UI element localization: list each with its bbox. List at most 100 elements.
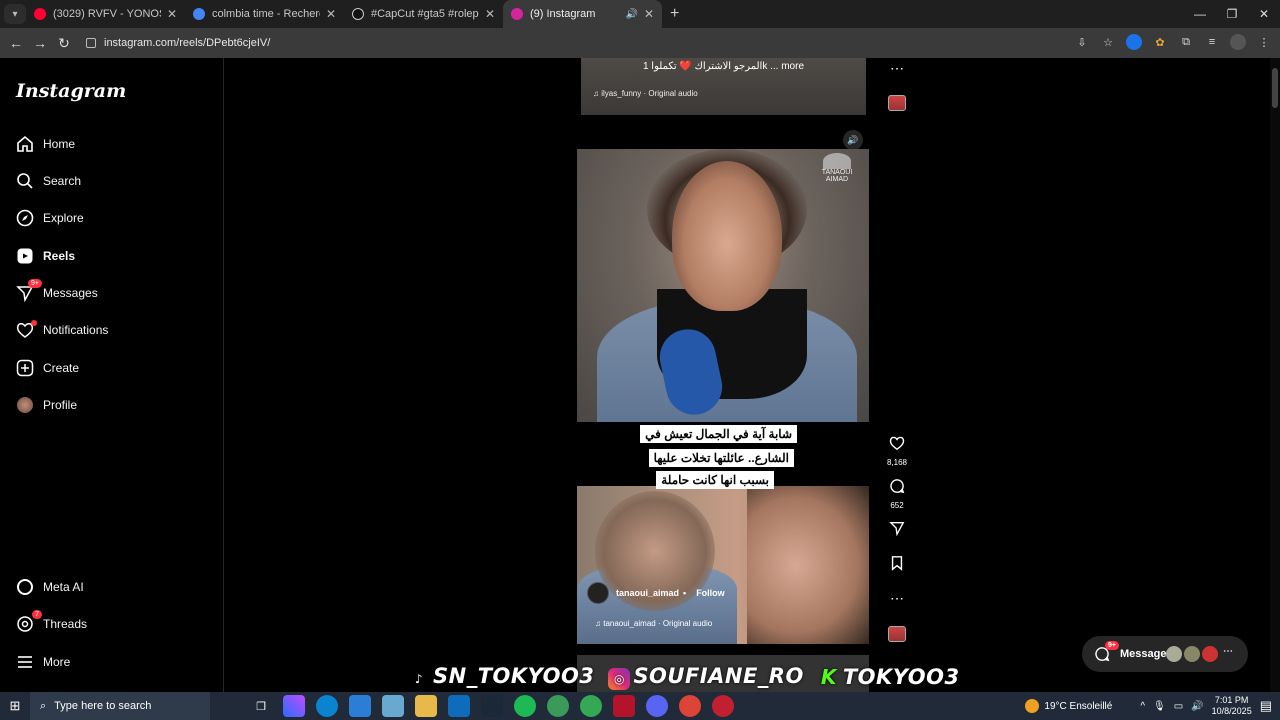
follow-button[interactable]: Follow bbox=[696, 588, 725, 598]
messages-pill[interactable]: 9+ Messages ⋯ bbox=[1082, 636, 1248, 672]
steam-icon[interactable] bbox=[481, 695, 503, 717]
extension-icon[interactable] bbox=[1126, 34, 1142, 50]
more-options-icon[interactable]: ⋯ bbox=[885, 590, 909, 607]
nav-explore[interactable]: Explore bbox=[16, 205, 206, 231]
avatar bbox=[1166, 646, 1182, 662]
chrome-icon[interactable] bbox=[679, 695, 701, 717]
reload-icon[interactable]: ↻ bbox=[52, 35, 76, 52]
nav-meta-ai[interactable]: Meta AI bbox=[16, 574, 206, 600]
instagram-sidebar: Instagram Home Search Explore Reels 9+ M… bbox=[0, 58, 224, 692]
app-icon[interactable] bbox=[547, 695, 569, 717]
owner-avatar[interactable] bbox=[587, 582, 609, 604]
nav-create[interactable]: Create bbox=[16, 355, 206, 381]
outlook-icon[interactable] bbox=[448, 695, 470, 717]
close-tab-icon[interactable]: ✕ bbox=[644, 7, 654, 21]
extensions-puzzle-icon[interactable]: ⧉ bbox=[1178, 34, 1194, 50]
speaker-icon[interactable]: 🔊 bbox=[843, 130, 863, 150]
app-icon[interactable] bbox=[712, 695, 734, 717]
nav-threads[interactable]: 7 Threads bbox=[16, 610, 206, 637]
app-icon[interactable] bbox=[382, 695, 404, 717]
nav-notifications[interactable]: Notifications bbox=[16, 317, 206, 343]
page-scrollbar[interactable] bbox=[1270, 58, 1280, 692]
store-icon[interactable] bbox=[349, 695, 371, 717]
network-icon[interactable]: ▭ bbox=[1174, 701, 1183, 712]
face-shape bbox=[672, 161, 782, 311]
kebab-menu-icon[interactable]: ⋮ bbox=[1256, 34, 1272, 50]
avatar-icon bbox=[16, 396, 34, 414]
taskbar-search[interactable]: ⌕ Type here to search bbox=[30, 692, 210, 720]
app-icon[interactable] bbox=[613, 695, 635, 717]
site-info-icon[interactable] bbox=[86, 38, 96, 48]
restore-icon[interactable]: ❐ bbox=[1216, 0, 1248, 28]
tab-groups-icon[interactable]: ≡ bbox=[1204, 34, 1220, 50]
nav-home[interactable]: Home bbox=[16, 131, 206, 157]
tab-search-button[interactable]: ▾ bbox=[4, 4, 26, 24]
previous-reel[interactable]: المرجو الاشتراك ❤️ تكملوا 1k ... more ♫ … bbox=[581, 58, 866, 115]
edge-icon[interactable] bbox=[316, 695, 338, 717]
save-button[interactable] bbox=[885, 555, 909, 576]
new-tab-button[interactable]: + bbox=[670, 5, 679, 23]
share-button[interactable] bbox=[885, 520, 909, 541]
nav-more[interactable]: More bbox=[16, 649, 206, 675]
browser-tab-2[interactable]: colmbia time - Recherche Goog ✕ bbox=[185, 0, 344, 28]
more-options-icon[interactable]: ⋯ bbox=[885, 60, 909, 77]
bookmark-star-icon[interactable]: ☆ bbox=[1100, 34, 1116, 50]
plus-square-icon bbox=[16, 359, 34, 377]
nav-messages[interactable]: 9+ Messages bbox=[16, 279, 206, 306]
browser-tab-4[interactable]: (9) Instagram 🔊 ✕ bbox=[503, 0, 662, 28]
minimize-icon[interactable]: — bbox=[1184, 0, 1216, 28]
back-icon[interactable]: ← bbox=[4, 35, 28, 51]
nav-profile[interactable]: Profile bbox=[16, 392, 206, 418]
file-explorer-icon[interactable] bbox=[415, 695, 437, 717]
nav-label: Profile bbox=[43, 398, 78, 412]
copilot-icon[interactable] bbox=[283, 695, 305, 717]
owner-username[interactable]: tanaoui_aimad bbox=[616, 588, 679, 598]
nav-reels[interactable]: Reels bbox=[16, 243, 206, 269]
window-controls: — ❐ ✕ bbox=[1184, 0, 1280, 28]
instagram-icon: ◎ bbox=[608, 668, 631, 690]
url-field[interactable]: instagram.com/reels/DPebt6cjeIV/ bbox=[86, 37, 270, 49]
close-tab-icon[interactable]: ✕ bbox=[167, 7, 177, 21]
like-button[interactable]: 8,168 bbox=[885, 435, 909, 467]
compass-icon bbox=[16, 209, 34, 227]
instagram-logo[interactable]: Instagram bbox=[16, 80, 126, 102]
comment-icon bbox=[890, 479, 905, 494]
message-avatars: ⋯ bbox=[1166, 646, 1236, 662]
close-tab-icon[interactable]: ✕ bbox=[485, 7, 495, 21]
audio-label: tanaoui_aimad · Original audio bbox=[603, 619, 713, 628]
browser-tab-1[interactable]: (3029) RVFV - YONOSÉ (Prod.by ✕ bbox=[26, 0, 185, 28]
microphone-icon[interactable]: 🎙 bbox=[1153, 701, 1166, 712]
taskbar-clock[interactable]: 7:01 PM 10/8/2025 bbox=[1212, 695, 1252, 717]
windows-start-icon[interactable]: ⊞ bbox=[0, 698, 30, 714]
like-count: 8,168 bbox=[886, 458, 908, 467]
reel-caption-overlay: شابة آية في الجمال تعيش في الشارع.. عائل… bbox=[637, 421, 797, 493]
chrome-icon[interactable] bbox=[580, 695, 602, 717]
notification-center-icon[interactable]: ▤ bbox=[1260, 698, 1272, 714]
search-placeholder: Type here to search bbox=[54, 700, 152, 712]
browser-tab-3[interactable]: #CapCut #gta5 #roleplay #bob ✕ bbox=[344, 0, 503, 28]
forward-icon[interactable]: → bbox=[28, 35, 52, 51]
tiktok-icon bbox=[352, 8, 364, 20]
audio-thumbnail[interactable] bbox=[888, 95, 906, 111]
reel-caption[interactable]: المرجو الاشتراك ❤️ تكملوا 1k ... more bbox=[581, 61, 866, 72]
profile-avatar-icon[interactable] bbox=[1230, 34, 1246, 50]
extension-icon[interactable]: ✿ bbox=[1152, 34, 1168, 50]
discord-icon[interactable] bbox=[646, 695, 668, 717]
overlay-text: SN_TOKYOO3 bbox=[433, 664, 595, 688]
weather-widget[interactable]: 19°C Ensoleillé bbox=[1025, 699, 1112, 713]
chevron-up-icon[interactable]: ^ bbox=[1140, 701, 1145, 712]
comment-button[interactable]: 652 bbox=[885, 478, 909, 510]
nav-search[interactable]: Search bbox=[16, 168, 206, 194]
volume-icon[interactable]: 🔊 bbox=[1191, 701, 1203, 712]
reel-audio[interactable]: ♫ tanaoui_aimad · Original audio bbox=[595, 619, 712, 628]
speaker-icon[interactable]: 🔊 bbox=[625, 9, 637, 20]
reel-video[interactable]: TANAOUI AIMAD tanaoui_aimad • Follow ♫ t… bbox=[577, 149, 869, 644]
install-app-icon[interactable]: ⇩ bbox=[1074, 34, 1090, 50]
audio-thumbnail[interactable] bbox=[888, 626, 906, 642]
reel-audio[interactable]: ♫ ilyas_funny · Original audio bbox=[593, 89, 698, 98]
task-view-icon[interactable]: ❐ bbox=[250, 695, 272, 717]
close-tab-icon[interactable]: ✕ bbox=[326, 7, 336, 21]
nav-label: Create bbox=[43, 361, 80, 375]
spotify-icon[interactable] bbox=[514, 695, 536, 717]
close-window-icon[interactable]: ✕ bbox=[1248, 0, 1280, 28]
